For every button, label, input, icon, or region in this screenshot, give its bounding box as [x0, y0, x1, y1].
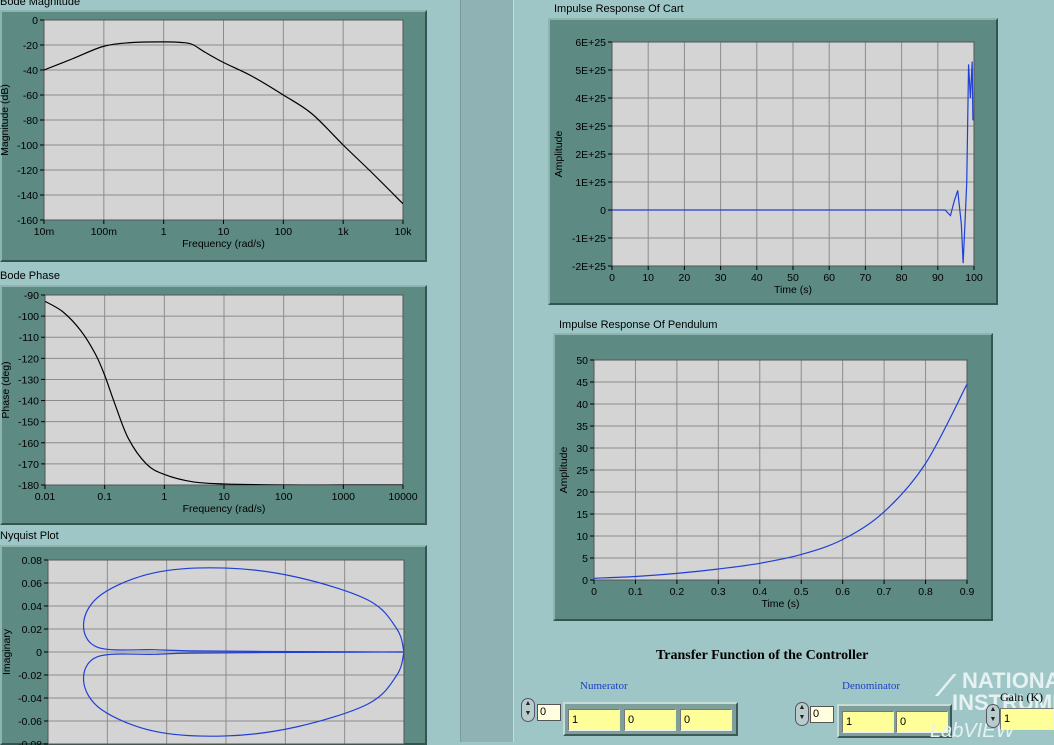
y-tick-label: 5 — [582, 553, 588, 565]
numerator-element-2[interactable]: 0 — [680, 709, 732, 731]
pendulum-chart: 504540353025201510500 0.1 0.2 0.3 0.4 0.5 0.6 0… — [558, 355, 975, 610]
y-axis-label: Amplitude — [558, 447, 570, 494]
y-tick-label: 50 — [576, 355, 588, 367]
numerator-array: 1 0 0 — [563, 702, 738, 736]
x-tick-label: 0.7 — [877, 586, 892, 598]
numerator-label: Numerator — [580, 680, 628, 692]
y-tick-label: 15 — [576, 509, 588, 521]
x-axis-label: Time (s) — [761, 598, 799, 610]
x-tick-label: 0.3 — [711, 586, 726, 598]
y-tick-label: 45 — [576, 377, 588, 389]
denominator-label: Denominator — [842, 680, 901, 692]
numerator-index-spinner[interactable]: ▲ ▼ — [521, 698, 535, 722]
y-tick-label: 0 — [582, 575, 588, 587]
numerator-element-1[interactable]: 0 — [624, 709, 676, 731]
x-tick-label: 0.9 — [960, 586, 975, 598]
gain-label: Gain (K) — [1000, 690, 1043, 704]
y-tick-label: 35 — [576, 421, 588, 433]
numerator-element-0[interactable]: 1 — [568, 709, 620, 731]
numerator-index-field[interactable]: 0 — [537, 704, 561, 721]
y-tick-label: 25 — [576, 465, 588, 477]
controller-title: Transfer Function of the Controller — [656, 648, 869, 663]
x-tick-label: 0.8 — [918, 586, 933, 598]
gain-field[interactable]: 1 — [1000, 708, 1054, 730]
y-tick-label: 10 — [576, 531, 588, 543]
x-tick-label: 0.6 — [835, 586, 850, 598]
denominator-element-0[interactable]: 1 — [842, 711, 894, 733]
gain-spinner[interactable]: ▲ ▼ — [986, 704, 1000, 728]
y-tick-label: 30 — [576, 443, 588, 455]
x-tick-label: 0 — [591, 586, 597, 598]
x-tick-label: 0.4 — [752, 586, 767, 598]
denominator-index-field[interactable]: 0 — [810, 706, 834, 723]
y-tick-label: 40 — [576, 399, 588, 411]
x-tick-label: 0.2 — [670, 586, 685, 598]
y-tick-label: 20 — [576, 487, 588, 499]
x-tick-label: 0.1 — [628, 586, 643, 598]
denominator-index-spinner[interactable]: ▲ ▼ — [795, 702, 809, 726]
x-tick-label: 0.5 — [794, 586, 809, 598]
